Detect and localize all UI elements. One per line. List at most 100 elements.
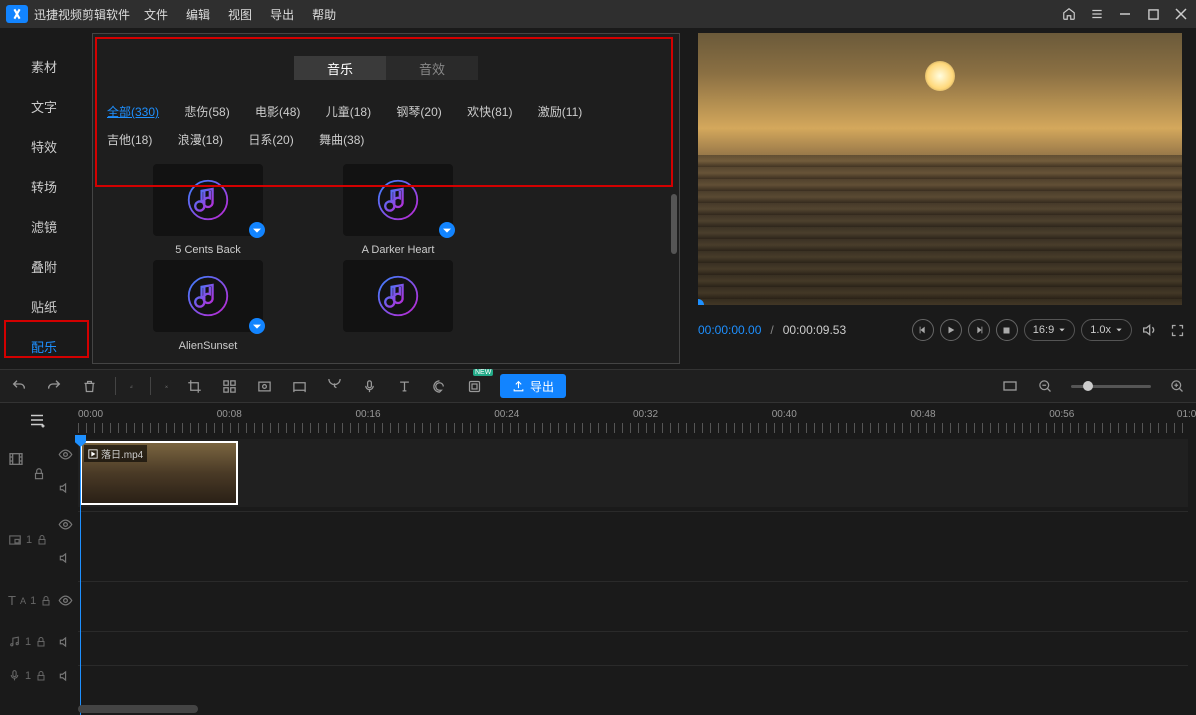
play-button[interactable] xyxy=(940,319,962,341)
speaker-icon[interactable] xyxy=(58,551,72,568)
preview-panel: 00:00:00.00 / 00:00:09.53 16:9 1.0x xyxy=(680,28,1196,369)
speaker-icon[interactable] xyxy=(58,481,72,498)
close-icon[interactable] xyxy=(1172,5,1190,23)
cat-romance[interactable]: 浪漫(18) xyxy=(178,126,223,154)
duration-button[interactable] xyxy=(325,377,343,395)
horizontal-scrollbar[interactable] xyxy=(78,705,198,713)
zoom-in-button[interactable] xyxy=(1168,377,1186,395)
clip-label: 落日.mp4 xyxy=(84,445,147,462)
speed-select[interactable]: 1.0x xyxy=(1081,319,1132,341)
menu-edit[interactable]: 编辑 xyxy=(186,6,210,23)
record-track[interactable] xyxy=(78,665,1188,715)
music-card[interactable]: AlienSunset xyxy=(113,260,303,349)
sidebar-item-overlay[interactable]: 叠附 xyxy=(0,246,88,286)
minimize-icon[interactable] xyxy=(1116,5,1134,23)
sidebar-item-effects[interactable]: 特效 xyxy=(0,126,88,166)
cat-dance[interactable]: 舞曲(38) xyxy=(319,126,364,154)
download-icon[interactable] xyxy=(249,318,265,334)
app-logo xyxy=(6,5,28,23)
undo-button[interactable] xyxy=(10,377,28,395)
time-duration: 00:00:09.53 xyxy=(783,323,846,337)
record-track-label: 1 xyxy=(8,669,47,682)
eye-icon[interactable] xyxy=(58,593,73,611)
media-panel: 音乐 音效 全部(330) 悲伤(58) 电影(48) 儿童(18) 钢琴(20… xyxy=(92,33,680,364)
eye-icon[interactable] xyxy=(58,517,73,535)
export-button[interactable]: 导出 xyxy=(500,374,566,398)
sidebar-item-transition[interactable]: 转场 xyxy=(0,166,88,206)
cat-motivate[interactable]: 激励(11) xyxy=(538,98,582,126)
prev-frame-button[interactable] xyxy=(912,319,934,341)
eye-icon[interactable] xyxy=(58,447,73,465)
zoom-slider[interactable] xyxy=(1071,385,1151,388)
fullscreen-icon[interactable] xyxy=(1166,319,1188,341)
volume-icon[interactable] xyxy=(1138,319,1160,341)
download-icon[interactable] xyxy=(439,222,455,238)
aspect-ratio-select[interactable]: 16:9 xyxy=(1024,319,1075,341)
text-track[interactable] xyxy=(78,581,1188,631)
edit-button[interactable] xyxy=(115,377,133,395)
highlight-box xyxy=(4,320,89,358)
pip-track-label: 1 xyxy=(8,533,48,547)
main-area: 素材 文字 特效 转场 滤镜 叠附 贴纸 配乐 音乐 音效 全部(330) 悲伤… xyxy=(0,28,1196,369)
audio-track-label: 1 xyxy=(8,635,47,648)
speed-button[interactable] xyxy=(290,377,308,395)
cut-button[interactable] xyxy=(150,377,168,395)
music-card[interactable]: A Darker Heart xyxy=(303,164,493,256)
sidebar: 素材 文字 特效 转场 滤镜 叠附 贴纸 配乐 xyxy=(0,28,88,369)
maximize-icon[interactable] xyxy=(1144,5,1162,23)
video-track[interactable] xyxy=(78,439,1188,507)
home-icon[interactable] xyxy=(1060,5,1078,23)
video-preview[interactable] xyxy=(698,33,1182,305)
zoom-out-button[interactable] xyxy=(1036,377,1054,395)
timeline-ruler[interactable]: 00:00 00:08 00:16 00:24 00:32 00:40 00:4… xyxy=(78,409,1188,435)
music-card[interactable] xyxy=(303,260,493,349)
sidebar-item-filter[interactable]: 滤镜 xyxy=(0,206,88,246)
fit-button[interactable] xyxy=(1001,377,1019,395)
film-icon xyxy=(8,451,24,470)
scrollbar[interactable] xyxy=(671,194,677,254)
hamburger-icon[interactable] xyxy=(1088,5,1106,23)
cat-kids[interactable]: 儿童(18) xyxy=(326,98,371,126)
music-grid: 5 Cents Back A Darker Heart AlienSunset xyxy=(93,154,679,349)
cat-movie[interactable]: 电影(48) xyxy=(255,98,300,126)
cat-sad[interactable]: 悲伤(58) xyxy=(184,98,229,126)
speaker-icon[interactable] xyxy=(58,669,72,686)
text-track-label: TA1 xyxy=(8,593,52,608)
freeze-button[interactable] xyxy=(255,377,273,395)
subtitle-button[interactable] xyxy=(430,377,448,395)
add-track-button[interactable] xyxy=(28,411,46,432)
music-thumb xyxy=(153,164,263,236)
delete-button[interactable] xyxy=(80,377,98,395)
menu-view[interactable]: 视图 xyxy=(228,6,252,23)
cat-happy[interactable]: 欢快(81) xyxy=(467,98,512,126)
menu-export[interactable]: 导出 xyxy=(270,6,294,23)
music-tabs: 音乐 音效 xyxy=(93,56,679,80)
music-card[interactable]: 5 Cents Back xyxy=(113,164,303,256)
stop-button[interactable] xyxy=(996,319,1018,341)
tab-music[interactable]: 音乐 xyxy=(294,56,386,80)
voice-button[interactable] xyxy=(360,377,378,395)
mosaic-button[interactable] xyxy=(220,377,238,395)
cat-guitar[interactable]: 吉他(18) xyxy=(107,126,152,154)
lock-icon[interactable] xyxy=(32,467,46,481)
download-icon[interactable] xyxy=(249,222,265,238)
tab-sfx[interactable]: 音效 xyxy=(386,56,478,80)
crop-button[interactable] xyxy=(185,377,203,395)
next-frame-button[interactable] xyxy=(968,319,990,341)
sidebar-item-text[interactable]: 文字 xyxy=(0,86,88,126)
redo-button[interactable] xyxy=(45,377,63,395)
video-clip[interactable]: 落日.mp4 xyxy=(80,441,238,505)
cat-japan[interactable]: 日系(20) xyxy=(248,126,293,154)
speaker-icon[interactable] xyxy=(58,635,72,652)
timeline-playhead[interactable] xyxy=(80,435,81,715)
music-title: AlienSunset xyxy=(113,340,303,349)
cat-all[interactable]: 全部(330) xyxy=(107,98,159,126)
green-screen-button[interactable] xyxy=(465,377,483,395)
menu-file[interactable]: 文件 xyxy=(144,6,168,23)
text-tool-button[interactable] xyxy=(395,377,413,395)
cat-piano[interactable]: 钢琴(20) xyxy=(396,98,441,126)
timeline: 00:00 00:08 00:16 00:24 00:32 00:40 00:4… xyxy=(0,403,1196,715)
sidebar-item-media[interactable]: 素材 xyxy=(0,46,88,86)
menu-help[interactable]: 帮助 xyxy=(312,6,336,23)
pip-track[interactable] xyxy=(78,511,1188,561)
